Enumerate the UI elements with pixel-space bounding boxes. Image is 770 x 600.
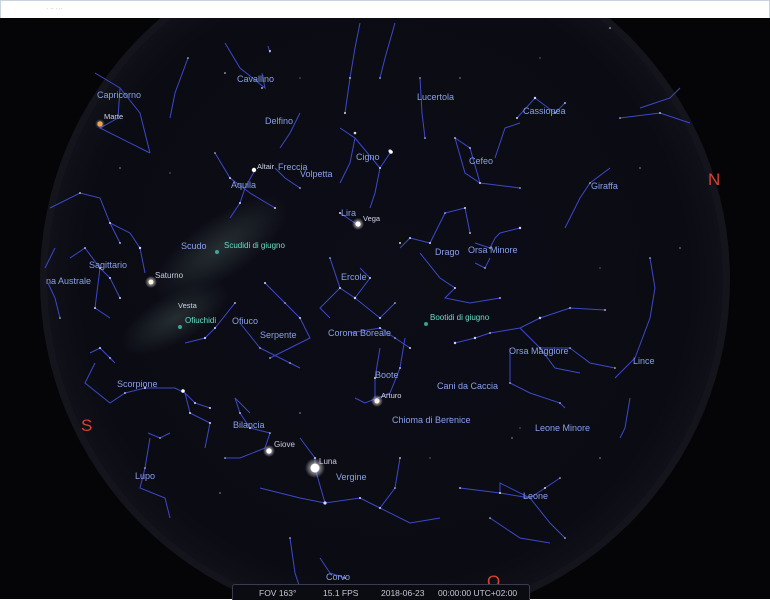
- label-lucertola: Lucertola: [417, 92, 454, 102]
- label-cavallino: Cavallino: [237, 74, 274, 84]
- label-saturno: Saturno: [155, 271, 184, 280]
- giove-planet: [266, 448, 272, 454]
- bootidi-radiant: [424, 322, 428, 326]
- label-ofiuco: Ofiuco: [232, 316, 258, 326]
- label-luna: Luna: [319, 457, 337, 466]
- label-arturo: Arturo: [381, 391, 401, 400]
- label-boote: Boote: [375, 370, 399, 380]
- label-giove: Giove: [274, 440, 295, 449]
- ofiuchidi-radiant: [178, 325, 182, 329]
- date-readout: 2018-06-23: [381, 588, 425, 598]
- arturo-star: [374, 398, 380, 404]
- label-corona-boreale: Corona Boreale: [328, 328, 391, 338]
- deneb-star: [389, 150, 393, 154]
- label-orsa-maggiore: Orsa Maggiore: [509, 346, 569, 356]
- label-delfino: Delfino: [265, 116, 293, 126]
- label-cani-da-caccia: Cani da Caccia: [437, 381, 498, 391]
- cardinal-south: S: [81, 416, 92, 435]
- status-bar: FOV 163° 15.1 FPS 2018-06-23 00:00:00 UT…: [232, 584, 530, 600]
- cardinal-north: N: [708, 170, 720, 189]
- label-lince: Lince: [633, 356, 655, 366]
- vega-star: [355, 221, 361, 227]
- fps-readout: 15.1 FPS: [323, 588, 359, 598]
- fov-readout: FOV 163°: [259, 588, 297, 598]
- label-bilancia: Bilancia: [233, 420, 265, 430]
- label-serpente: Serpente: [260, 330, 297, 340]
- label-cassiopea: Cassiopea: [523, 106, 566, 116]
- label-ercole: Ercole: [341, 272, 367, 282]
- altair-star: [251, 167, 257, 173]
- label-corvo: Corvo: [326, 572, 350, 582]
- label-leone-minore: Leone Minore: [535, 423, 590, 433]
- label-giraffa: Giraffa: [591, 181, 618, 191]
- label-corona-australe: na Australe: [46, 276, 91, 286]
- label-marte: Marte: [104, 112, 123, 121]
- label-volpetta: Volpetta: [300, 169, 333, 179]
- label-cigno: Cigno: [356, 152, 380, 162]
- label-aquila: Aquila: [231, 180, 256, 190]
- label-bootidi-di-giugno: Bootidi di giugno: [430, 313, 490, 322]
- label-vergine: Vergine: [336, 472, 367, 482]
- label-capricorno: Capricorno: [97, 90, 141, 100]
- label-vesta: Vesta: [178, 301, 198, 310]
- label-chioma-di-berenice: Chioma di Berenice: [392, 415, 471, 425]
- label-leone: Leone: [523, 491, 548, 501]
- label-vega: Vega: [363, 214, 381, 223]
- label-altair: Altair: [257, 162, 275, 171]
- scudidi-radiant: [215, 250, 219, 254]
- time-readout: 00:00:00 UTC+02:00: [438, 588, 518, 598]
- label-orsa-minore: Orsa Minore: [468, 245, 518, 255]
- label-ofiuchidi: Ofiuchidi: [185, 316, 216, 325]
- window-title: · ·· · ··: [47, 6, 63, 11]
- window-titlebar[interactable]: · ·· · ··: [0, 0, 770, 19]
- label-scorpione: Scorpione: [117, 379, 158, 389]
- label-lupo: Lupo: [135, 471, 155, 481]
- sky-map[interactable]: Capricorno Cavallino Lucertola Cassiopea…: [0, 18, 770, 599]
- label-cefeo: Cefeo: [469, 156, 493, 166]
- label-scudidi-di-giugno: Scudidi di giugno: [224, 241, 285, 250]
- saturno-planet: [148, 279, 154, 285]
- label-drago: Drago: [435, 247, 460, 257]
- antares-star: [181, 389, 185, 393]
- sky-view[interactable]: Capricorno Cavallino Lucertola Cassiopea…: [0, 18, 770, 599]
- label-lira: Lira: [341, 208, 356, 218]
- label-scudo: Scudo: [181, 241, 207, 251]
- marte-planet: [97, 121, 103, 127]
- label-sagittario: Sagittario: [89, 260, 127, 270]
